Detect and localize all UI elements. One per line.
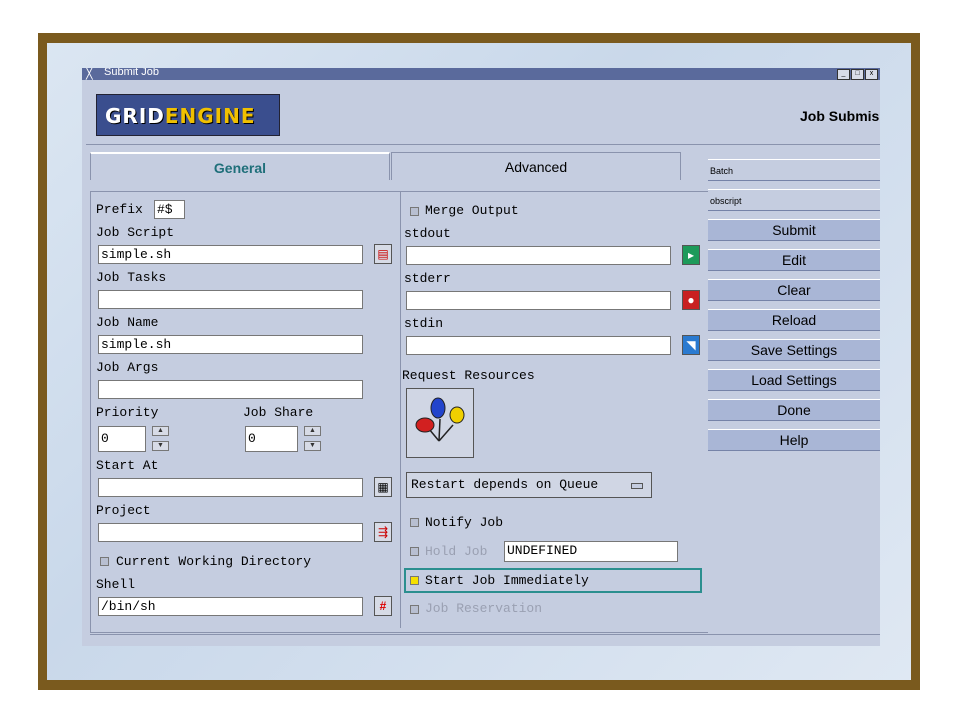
- hold-job-input[interactable]: UNDEFINED: [504, 541, 678, 562]
- priority-input[interactable]: 0: [98, 426, 146, 452]
- header-title: Job Submis: [800, 108, 880, 124]
- submit-button[interactable]: Submit: [708, 219, 880, 241]
- submit-job-window: ╳ Submit Job _ □ x GRIDENGINE Job Submis…: [82, 68, 880, 646]
- job-reservation-checkbox[interactable]: [410, 605, 419, 614]
- stdin-input[interactable]: [406, 336, 671, 355]
- job-share-input[interactable]: 0: [245, 426, 298, 452]
- jobscript-field: obscript: [708, 189, 880, 211]
- job-name-input[interactable]: simple.sh: [98, 335, 363, 354]
- merge-output-checkbox[interactable]: [410, 207, 419, 216]
- restart-menu-label: Restart depends on Queue: [411, 477, 599, 492]
- shell-input[interactable]: /bin/sh: [98, 597, 363, 616]
- option-menu-indicator-icon: [631, 483, 643, 489]
- window-controls: _ □ x: [837, 69, 878, 80]
- job-tasks-input[interactable]: [98, 290, 363, 309]
- job-args-input[interactable]: [98, 380, 363, 399]
- save-settings-button[interactable]: Save Settings: [708, 339, 880, 361]
- project-select-icon[interactable]: ⇶: [374, 522, 392, 542]
- x-logo-icon: ╳: [86, 68, 93, 80]
- start-immediately-label: Start Job Immediately: [425, 573, 589, 588]
- prefix-label: Prefix: [96, 202, 143, 217]
- job-script-input[interactable]: simple.sh: [98, 245, 363, 264]
- minimize-button[interactable]: _: [837, 69, 850, 80]
- clear-button[interactable]: Clear: [708, 279, 880, 301]
- reload-button[interactable]: Reload: [708, 309, 880, 331]
- job-share-label: Job Share: [243, 405, 314, 420]
- resources-icon: [415, 397, 465, 442]
- header: GRIDENGINE Job Submis: [86, 86, 880, 145]
- panel-divider: [400, 192, 401, 628]
- priority-down-icon[interactable]: ▼: [152, 441, 169, 451]
- window-title: Submit Job: [104, 68, 160, 78]
- help-button[interactable]: Help: [708, 429, 880, 451]
- done-button[interactable]: Done: [708, 399, 880, 421]
- notify-job-label: Notify Job: [425, 515, 504, 530]
- job-args-label: Job Args: [96, 360, 159, 375]
- stdout-label: stdout: [404, 226, 451, 241]
- request-resources-button[interactable]: [406, 388, 474, 458]
- request-resources-label: Request Resources: [402, 368, 535, 383]
- prefix-input[interactable]: #$: [154, 200, 185, 219]
- edit-button[interactable]: Edit: [708, 249, 880, 271]
- tab-general[interactable]: General: [90, 152, 390, 180]
- shell-select-icon[interactable]: #: [374, 596, 392, 616]
- share-down-icon[interactable]: ▼: [304, 441, 321, 451]
- job-name-label: Job Name: [96, 315, 159, 330]
- command-column: Batch obscript Submit Edit Clear Reload …: [708, 152, 880, 646]
- shell-label: Shell: [96, 577, 136, 592]
- restart-menu[interactable]: Restart depends on Queue: [406, 472, 652, 498]
- logo-text-engine: ENGINE: [164, 104, 256, 128]
- job-tasks-label: Job Tasks: [96, 270, 167, 285]
- stderr-browse-icon[interactable]: ●: [682, 290, 700, 310]
- hold-job-checkbox[interactable]: [410, 547, 419, 556]
- cwd-label: Current Working Directory: [116, 554, 312, 569]
- stderr-input[interactable]: [406, 291, 671, 310]
- grid-engine-logo: GRIDENGINE: [96, 94, 280, 136]
- start-at-input[interactable]: [98, 478, 363, 497]
- merge-output-label: Merge Output: [425, 203, 519, 218]
- logo-text-grid: GRID: [105, 104, 165, 128]
- title-bar: ╳ Submit Job _ □ x: [82, 68, 880, 80]
- hold-job-label: Hold Job: [425, 544, 488, 559]
- stdin-browse-icon[interactable]: ◥: [682, 335, 700, 355]
- cwd-checkbox[interactable]: [100, 557, 109, 566]
- job-script-label: Job Script: [96, 225, 175, 240]
- project-input[interactable]: [98, 523, 363, 542]
- calendar-icon[interactable]: ▦: [374, 477, 392, 497]
- stdin-label: stdin: [404, 316, 444, 331]
- file-browse-icon[interactable]: ▤: [374, 244, 392, 264]
- bottom-separator: [90, 634, 880, 635]
- job-reservation-label: Job Reservation: [425, 601, 543, 616]
- maximize-button[interactable]: □: [851, 69, 864, 80]
- stderr-label: stderr: [404, 271, 451, 286]
- share-up-icon[interactable]: ▲: [304, 426, 321, 436]
- close-button[interactable]: x: [865, 69, 878, 80]
- batch-field: Batch: [708, 159, 880, 181]
- notify-job-checkbox[interactable]: [410, 518, 419, 527]
- tab-advanced[interactable]: Advanced: [391, 152, 681, 180]
- priority-label: Priority: [96, 405, 159, 420]
- load-settings-button[interactable]: Load Settings: [708, 369, 880, 391]
- project-label: Project: [96, 503, 151, 518]
- stdout-input[interactable]: [406, 246, 671, 265]
- stdout-browse-icon[interactable]: ▸: [682, 245, 700, 265]
- priority-up-icon[interactable]: ▲: [152, 426, 169, 436]
- start-immediately-checkbox[interactable]: [410, 576, 419, 585]
- start-at-label: Start At: [96, 458, 159, 473]
